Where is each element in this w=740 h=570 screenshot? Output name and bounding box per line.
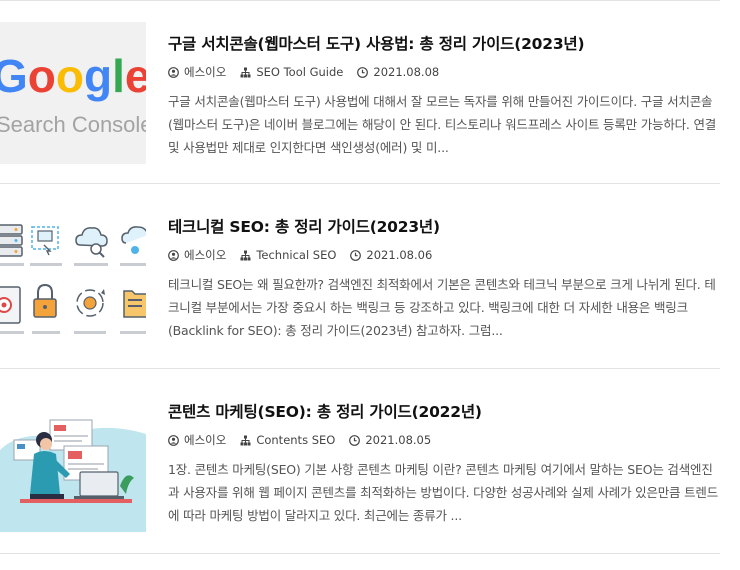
- author-name: 에스이오: [184, 248, 227, 262]
- category[interactable]: SEO Tool Guide: [240, 65, 343, 79]
- google-logo-text: Google: [0, 50, 146, 102]
- category[interactable]: Contents SEO: [240, 433, 335, 447]
- post-title[interactable]: 콘텐츠 마케팅(SEO): 총 정리 가이드(2022년): [168, 400, 728, 422]
- technical-icons-image: [0, 205, 146, 347]
- divider: [0, 0, 720, 1]
- post-excerpt: 1장. 콘텐츠 마케팅(SEO) 기본 사항 콘텐츠 마케팅 이란? 콘텐츠 마…: [168, 462, 719, 523]
- category-name: Contents SEO: [256, 433, 336, 447]
- post-excerpt: 테크니컬 SEO는 왜 필요한까? 검색엔진 최적화에서 기본은 콘텐츠와 테크…: [168, 277, 716, 338]
- post-excerpt: 구글 서치콘솔(웹마스터 도구) 사용법에 대해서 잘 모르는 독자를 위해 만…: [168, 94, 717, 155]
- post-meta: 에스이오 Technical SEO 2021.08.06: [168, 247, 446, 263]
- post-thumbnail[interactable]: [0, 390, 146, 532]
- post-card[interactable]: 테크니컬 SEO: 총 정리 가이드(2023년) 에스이오 Technical…: [0, 205, 740, 385]
- author-name: 에스이오: [184, 65, 227, 79]
- post-title[interactable]: 구글 서치콘솔(웹마스터 도구) 사용법: 총 정리 가이드(2023년): [168, 32, 728, 54]
- category-name: Technical SEO: [256, 248, 337, 262]
- category-name: SEO Tool Guide: [256, 65, 344, 79]
- google-search-console-image: Google Search Console: [0, 22, 146, 164]
- post-card[interactable]: 콘텐츠 마케팅(SEO): 총 정리 가이드(2022년) 에스이오 Conte…: [0, 390, 740, 570]
- laptop-icon: [74, 471, 124, 499]
- author[interactable]: 에스이오: [168, 247, 226, 263]
- divider: [0, 553, 720, 554]
- user-icon: [168, 66, 179, 78]
- clock-icon: [357, 66, 369, 78]
- category[interactable]: Technical SEO: [240, 248, 336, 262]
- date: 2021.08.06: [350, 248, 432, 262]
- post-date: 2021.08.05: [365, 433, 432, 447]
- post-meta: 에스이오 Contents SEO 2021.08.05: [168, 432, 445, 448]
- date: 2021.08.05: [349, 433, 431, 447]
- user-icon: [168, 249, 179, 261]
- divider: [0, 183, 720, 184]
- sitemap-icon: [240, 67, 251, 77]
- author[interactable]: 에스이오: [168, 64, 226, 80]
- post-list: Google Search Console 구글 서치콘솔(웹마스터 도구) 사…: [0, 0, 740, 557]
- post-date: 2021.08.06: [366, 248, 433, 262]
- sitemap-icon: [240, 250, 251, 260]
- author-name: 에스이오: [184, 433, 227, 447]
- desk: [20, 499, 132, 503]
- search-console-text: Search Console: [0, 112, 146, 137]
- divider: [0, 368, 720, 369]
- post-title[interactable]: 테크니컬 SEO: 총 정리 가이드(2023년): [168, 215, 728, 237]
- author[interactable]: 에스이오: [168, 432, 226, 448]
- post-thumbnail[interactable]: [0, 205, 146, 347]
- post-meta: 에스이오 SEO Tool Guide 2021.08.08: [168, 64, 453, 80]
- clock-icon: [349, 434, 361, 446]
- sitemap-icon: [240, 435, 251, 445]
- post-date: 2021.08.08: [373, 65, 440, 79]
- post-card[interactable]: Google Search Console 구글 서치콘솔(웹마스터 도구) 사…: [0, 22, 740, 202]
- user-icon: [168, 434, 179, 446]
- clock-icon: [350, 249, 362, 261]
- date: 2021.08.08: [357, 65, 439, 79]
- post-thumbnail[interactable]: Google Search Console: [0, 22, 146, 164]
- content-marketing-illustration: [0, 390, 146, 532]
